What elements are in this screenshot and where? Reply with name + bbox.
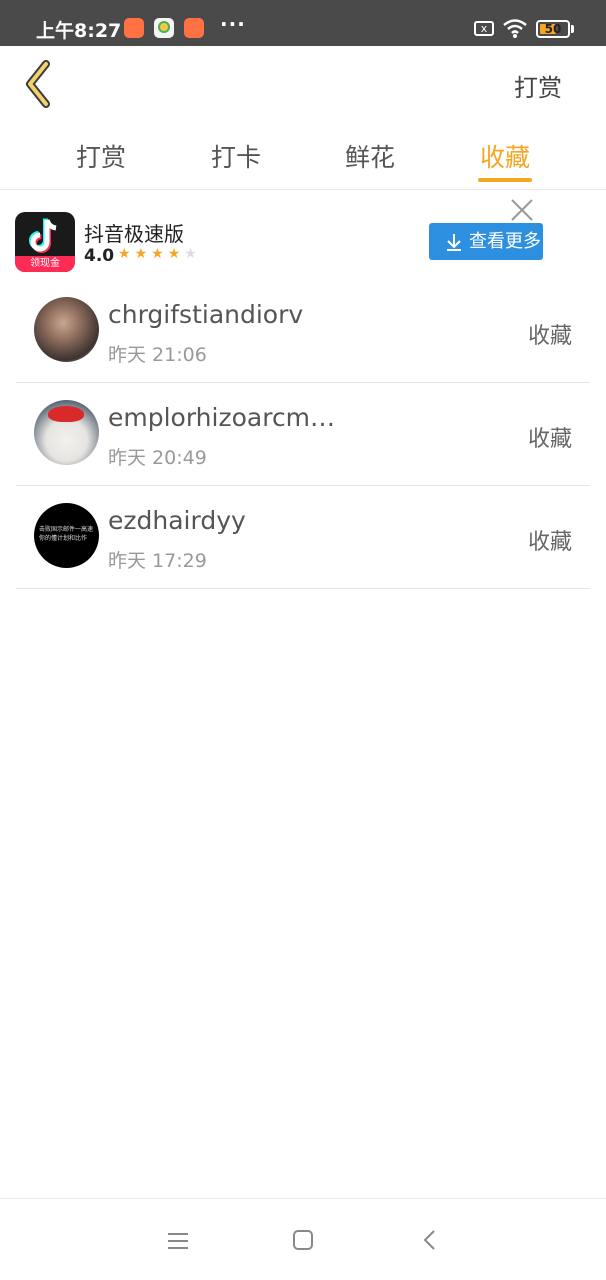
close-icon [511, 199, 533, 221]
tab-flowers[interactable]: 鲜花 [320, 138, 420, 174]
sim-icon: x [474, 21, 494, 36]
ad-app-name: 抖音极速版 [84, 222, 184, 246]
timestamp: 昨天 20:49 [108, 447, 207, 469]
timestamp: 昨天 21:06 [108, 344, 207, 366]
user-name: emplorhizoarcm… [108, 403, 336, 432]
avatar[interactable] [34, 297, 99, 362]
tab-checkin[interactable]: 打卡 [186, 138, 286, 174]
active-tab-indicator [478, 178, 532, 182]
ad-rating: 4.0 [84, 246, 115, 266]
chevron-left-icon [26, 60, 50, 108]
view-more-button[interactable]: 查看更多 [429, 223, 543, 260]
shopping-app-icon [124, 18, 144, 38]
list-item[interactable]: chrgifstiandiorv 昨天 21:06 收藏 [16, 280, 590, 383]
chat-app-icon [154, 18, 174, 38]
tab-reward[interactable]: 打赏 [51, 138, 151, 174]
reward-button[interactable]: 打赏 [514, 68, 562, 103]
user-name: ezdhairdyy [108, 506, 246, 535]
app-badge: 领现金 [15, 256, 75, 272]
status-bar: 上午8:27 ··· x 50 [0, 0, 606, 46]
rating-stars: ★★★★★ [118, 246, 201, 262]
battery-level: 50 [544, 22, 562, 36]
star-icon: ★ [134, 246, 152, 262]
wifi-icon [503, 19, 527, 38]
timestamp: 昨天 17:29 [108, 550, 207, 572]
list-item[interactable]: 击败国示邮件一高速 你的懂计划和比作 ezdhairdyy 昨天 17:29 收… [16, 486, 590, 589]
list-item[interactable]: emplorhizoarcm… 昨天 20:49 收藏 [16, 383, 590, 486]
home-icon[interactable] [293, 1230, 313, 1250]
avatar[interactable]: 击败国示邮件一高速 你的懂计划和比作 [34, 503, 99, 568]
star-icon: ★ [167, 246, 185, 262]
back-button[interactable] [18, 56, 62, 108]
star-empty-icon: ★ [184, 246, 201, 262]
star-icon: ★ [118, 246, 135, 262]
header: 打赏 [0, 46, 606, 120]
shopping-app-icon [184, 18, 204, 38]
action-label: 收藏 [527, 427, 572, 452]
download-icon [447, 234, 461, 251]
user-name: chrgifstiandiorv [108, 300, 304, 329]
ad-banner[interactable]: 领现金 抖音极速版 4.0 ★★★★★ 查看更多 [0, 190, 606, 282]
tab-bar: 打赏 打卡 鲜花 收藏 [0, 120, 606, 190]
favorites-list: chrgifstiandiorv 昨天 21:06 收藏 emplorhizoa… [16, 280, 590, 589]
avatar[interactable] [34, 400, 99, 465]
back-icon[interactable] [422, 1229, 438, 1251]
action-label: 收藏 [527, 530, 572, 555]
menu-icon[interactable] [167, 1231, 189, 1251]
app-logo: 领现金 [15, 212, 75, 272]
avatar-text: 击败国示邮件一高速 你的懂计划和比作 [39, 526, 94, 542]
more-notifications-icon: ··· [220, 12, 246, 36]
star-icon: ★ [151, 246, 168, 262]
tiktok-logo-icon [29, 218, 57, 253]
ad-close-button[interactable] [508, 196, 536, 224]
battery-icon: 50 [536, 20, 570, 38]
tab-favorites[interactable]: 收藏 [455, 138, 555, 174]
system-nav-bar [0, 1198, 606, 1280]
status-time: 上午8:27 [36, 20, 122, 42]
view-more-label: 查看更多 [469, 231, 541, 252]
action-label: 收藏 [527, 324, 572, 349]
